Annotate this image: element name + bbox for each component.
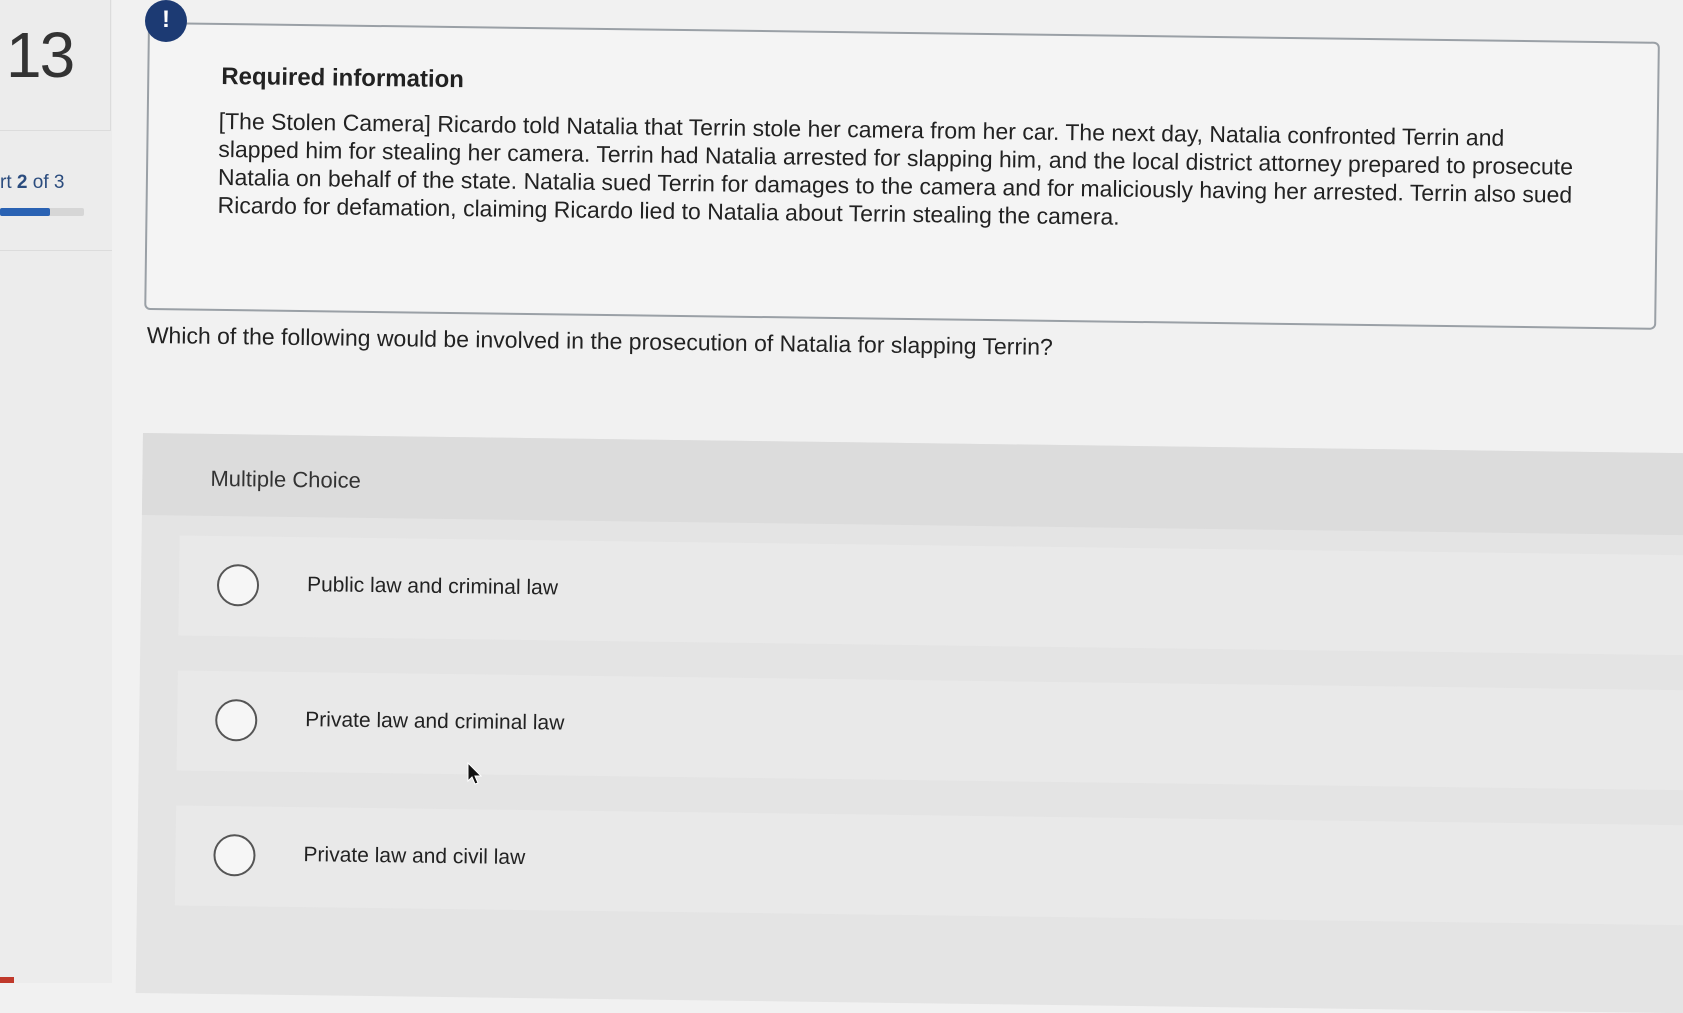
choice-label[interactable]: Private law and criminal law: [305, 708, 564, 735]
bottom-strip: [0, 977, 14, 983]
radio-button[interactable]: [213, 833, 256, 877]
part-progress-fill: [0, 208, 51, 216]
part-of: of 3: [27, 172, 65, 193]
choice-option[interactable]: Private law and criminal law: [176, 670, 1683, 791]
choice-option[interactable]: Public law and criminal law: [178, 535, 1683, 656]
multiple-choice-title: Multiple Choice: [210, 465, 361, 493]
part-indicator: rt 2 of 3: [0, 172, 64, 194]
multiple-choice-panel: Multiple Choice Public law and criminal …: [135, 433, 1683, 1013]
mouse-pointer-icon: [467, 762, 483, 785]
required-information-box: Required information [The Stolen Camera]…: [144, 22, 1660, 330]
part-progress-bar: [0, 208, 84, 216]
question-text: Which of the following would be involved…: [146, 322, 1053, 360]
radio-button[interactable]: [216, 563, 260, 607]
exclamation-icon: !: [145, 0, 187, 42]
radio-button[interactable]: [214, 698, 258, 742]
left-rail: 13 rt 2 of 3: [0, 0, 112, 983]
part-prefix: rt: [0, 172, 17, 193]
part-current: 2: [16, 172, 28, 193]
info-body: [The Stolen Camera] Ricardo told Natalia…: [217, 107, 1574, 230]
choice-label[interactable]: Public law and criminal law: [307, 573, 558, 600]
multiple-choice-header: Multiple Choice: [141, 433, 1683, 536]
question-number: 13: [6, 19, 75, 91]
question-number-box[interactable]: 13: [0, 0, 111, 131]
info-title: Required information: [221, 62, 465, 94]
choice-option[interactable]: Private law and civil law: [174, 805, 1683, 926]
choice-label[interactable]: Private law and civil law: [303, 843, 525, 870]
rail-divider: [0, 250, 112, 251]
